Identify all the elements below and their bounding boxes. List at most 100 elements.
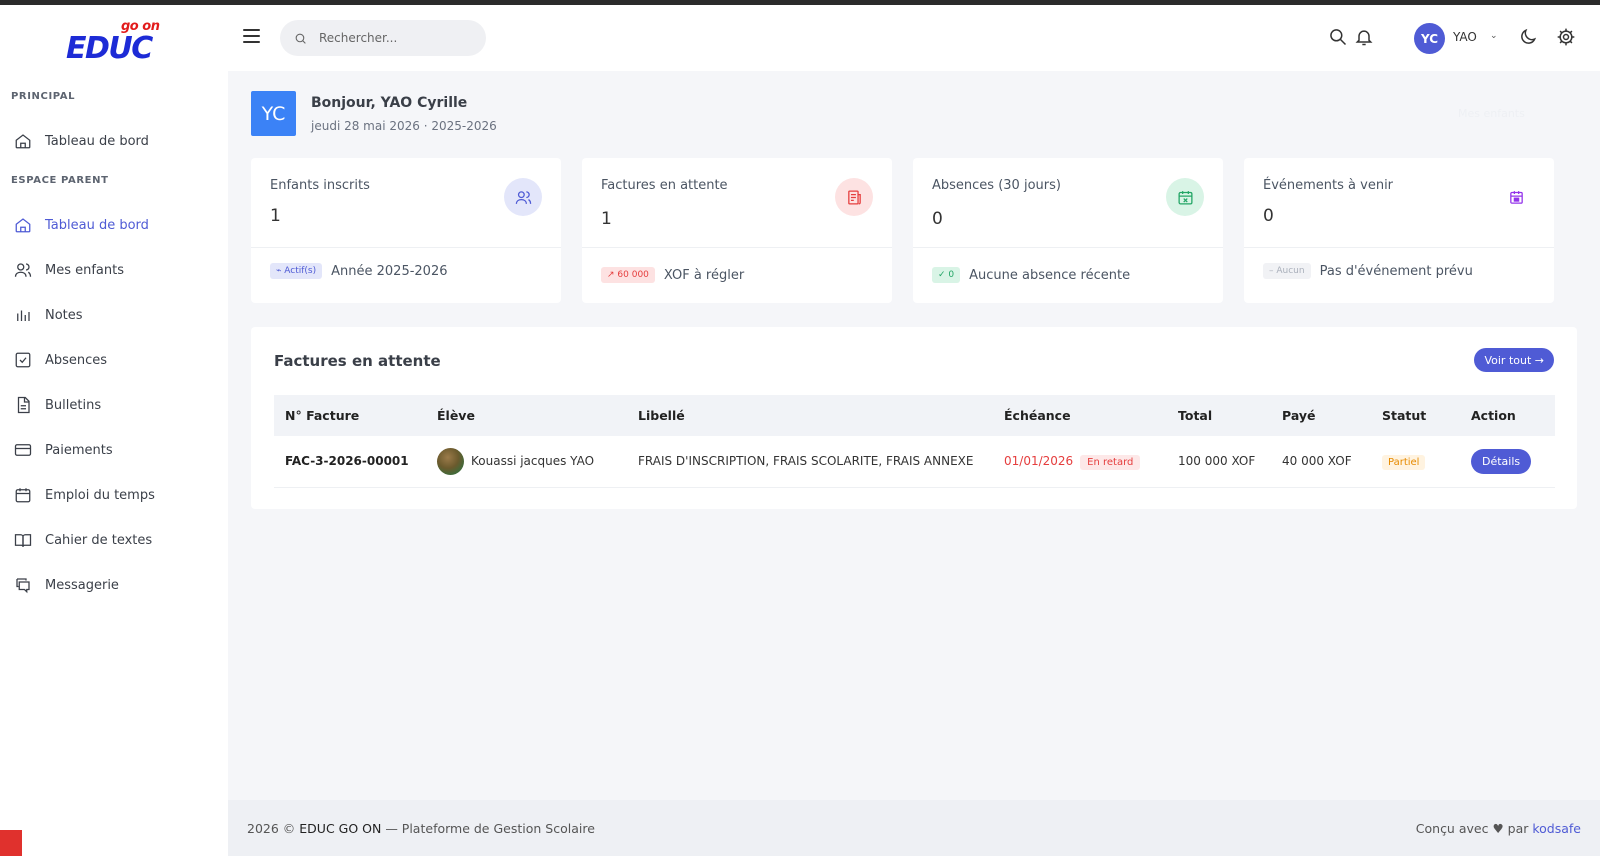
welcome-avatar: YC — [251, 91, 296, 136]
invoice-icon — [835, 178, 873, 216]
view-all-button[interactable]: Voir tout → — [1474, 348, 1554, 372]
card-title: Événements à venir — [1263, 178, 1394, 193]
invoice-label: FRAIS D'INSCRIPTION, FRAIS SCOLARITE, FR… — [627, 436, 993, 488]
sidebar-item-label: Tableau de bord — [45, 217, 149, 233]
card-value: 0 — [1263, 206, 1274, 226]
column-header: Total — [1167, 395, 1271, 436]
checkbox-icon — [15, 352, 31, 368]
card-footer: Pas d'événement prévu — [1319, 263, 1473, 279]
sidebar-item-label: Messagerie — [45, 577, 119, 593]
status-badge: Partiel — [1382, 455, 1426, 471]
menu-toggle-icon[interactable] — [243, 29, 260, 44]
status-badge: ⌁ Actif(s) — [270, 263, 323, 279]
sidebar-item-timetable[interactable]: Emploi du temps — [14, 482, 155, 508]
column-header: Action — [1460, 395, 1555, 436]
column-header: Élève — [426, 395, 627, 436]
pending-invoices-panel: Factures en attente Voir tout → N° Factu… — [251, 327, 1577, 509]
status-cell: Partiel — [1371, 436, 1460, 488]
card-title: Absences (30 jours) — [932, 178, 1061, 193]
calendar-icon — [15, 488, 31, 503]
heart-icon: ♥ — [1492, 821, 1504, 836]
sidebar-item-payments[interactable]: Paiements — [14, 437, 113, 463]
invoice-number: FAC-3-2026-00001 — [274, 436, 426, 488]
card-footer: XOF à régler — [663, 267, 745, 283]
column-header: Payé — [1271, 395, 1371, 436]
sidebar-item-label: Mes enfants — [45, 262, 125, 278]
calendar-icon — [1497, 178, 1535, 216]
action-cell: Détails — [1460, 436, 1555, 488]
card-footer: Année 2025-2026 — [331, 263, 448, 279]
stat-card-events: Événements à venir 0 – Aucun Pas d'événe… — [1244, 158, 1554, 303]
stat-card-children: Enfants inscrits 1 ⌁ Actif(s) Année 2025… — [251, 158, 561, 303]
card-value: 0 — [932, 209, 943, 229]
sidebar-item-label: Cahier de textes — [45, 532, 153, 548]
footer-copyright: 2026 © EDUC GO ON — Plateforme de Gestio… — [247, 821, 595, 836]
sidebar-item-label: Absences — [45, 352, 108, 368]
sidebar-item-notes[interactable]: Notes — [14, 302, 83, 328]
chevron-down-icon[interactable]: ⌄ — [1490, 31, 1498, 41]
invoices-table: N° Facture Élève Libellé Échéance Total … — [274, 395, 1555, 488]
moon-icon[interactable] — [1518, 27, 1538, 47]
sidebar-item-label: Tableau de bord — [45, 133, 149, 149]
card-title: Enfants inscrits — [270, 178, 370, 193]
table-row[interactable]: FAC-3-2026-00001 Kouassi jacques YAO FRA… — [274, 436, 1555, 488]
footer-credits: Conçu avec ♥ par kodsafe — [1415, 821, 1581, 836]
student-name: Kouassi jacques YAO — [471, 453, 595, 468]
student-avatar — [437, 447, 464, 475]
invoice-total: 100 000 XOF — [1167, 436, 1271, 488]
sidebar-item-label: Notes — [45, 307, 83, 323]
card-value: 1 — [601, 209, 612, 229]
user-name[interactable]: YAO — [1453, 30, 1477, 44]
users-icon — [14, 263, 32, 277]
sidebar-item-dashboard[interactable]: Tableau de bord — [14, 212, 149, 238]
student-cell: Kouassi jacques YAO — [426, 436, 627, 488]
users-icon — [504, 178, 542, 216]
sidebar-item-textbook[interactable]: Cahier de textes — [14, 527, 152, 553]
calendar-x-icon — [1166, 178, 1204, 216]
sidebar-item-absences[interactable]: Absences — [14, 347, 107, 373]
home-icon — [15, 134, 31, 149]
search-input[interactable] — [319, 31, 469, 45]
invoice-paid: 40 000 XOF — [1271, 436, 1371, 488]
search-icon — [295, 33, 306, 44]
home-icon — [15, 218, 31, 233]
user-avatar[interactable]: YC — [1414, 23, 1445, 54]
column-header: N° Facture — [274, 395, 426, 436]
stat-card-absences: Absences (30 jours) 0 ✓ 0 Aucune absence… — [913, 158, 1223, 303]
sidebar: go on EDUC PRINCIPAL Tableau de bord ESP… — [0, 5, 228, 856]
sidebar-item-label: Bulletins — [45, 397, 102, 413]
due-date: 01/01/2026 — [1004, 454, 1074, 469]
bar-chart-icon — [17, 310, 30, 321]
document-icon — [17, 396, 30, 414]
column-header: Libellé — [627, 395, 993, 436]
book-icon — [14, 534, 32, 547]
welcome-subtitle: jeudi 28 mai 2026 · 2025-2026 — [311, 119, 497, 133]
search-bar[interactable] — [280, 20, 486, 56]
amount-badge: ↗ 60 000 — [601, 267, 655, 283]
bell-icon[interactable] — [1354, 27, 1374, 47]
chat-icon — [16, 578, 30, 594]
welcome-title: Bonjour, YAO Cyrille — [311, 95, 468, 111]
panel-title: Factures en attente — [274, 352, 441, 370]
sidebar-item-bulletins[interactable]: Bulletins — [14, 392, 101, 418]
sidebar-item-label: Paiements — [45, 442, 113, 458]
sidebar-item-label: Emploi du temps — [45, 487, 155, 503]
sidebar-item-children[interactable]: Mes enfants — [14, 257, 124, 283]
late-badge: En retard — [1080, 455, 1141, 471]
children-link[interactable]: Mes enfants — [1458, 107, 1525, 120]
author-link[interactable]: kodsafe — [1532, 821, 1581, 836]
details-button[interactable]: Détails — [1471, 448, 1532, 474]
column-header: Statut — [1371, 395, 1460, 436]
brand-logo[interactable]: go on EDUC — [64, 19, 164, 67]
stat-card-invoices: Factures en attente 1 ↗ 60 000 XOF à rég… — [582, 158, 892, 303]
card-title: Factures en attente — [601, 178, 728, 193]
gear-icon[interactable] — [1556, 27, 1576, 47]
section-parent: ESPACE PARENT — [11, 175, 109, 186]
column-header: Échéance — [993, 395, 1167, 436]
sidebar-item-messaging[interactable]: Messagerie — [14, 572, 119, 598]
sidebar-item-dashboard-principal[interactable]: Tableau de bord — [14, 128, 149, 154]
credit-card-icon — [14, 444, 32, 456]
search-icon[interactable] — [1328, 27, 1348, 47]
card-footer: Aucune absence récente — [969, 267, 1131, 283]
table-header-row: N° Facture Élève Libellé Échéance Total … — [274, 395, 1555, 436]
